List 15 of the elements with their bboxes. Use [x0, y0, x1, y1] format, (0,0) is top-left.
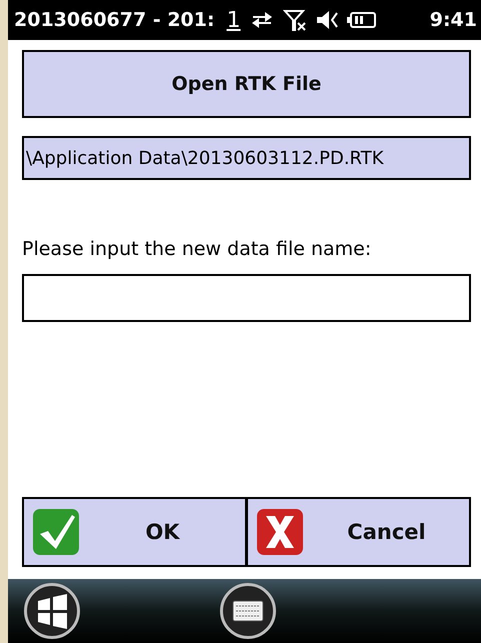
- speaker-muted-icon: [314, 9, 339, 31]
- window-title: 2013060677 - 201:: [14, 9, 215, 31]
- cancel-button[interactable]: Cancel: [245, 499, 469, 565]
- prompt-label: Please input the new data file name:: [22, 238, 372, 260]
- clock-time: 9:41: [430, 9, 477, 31]
- x-mark-icon: [256, 508, 304, 556]
- checkmark-icon: [32, 508, 80, 556]
- indicator-number: 1: [226, 8, 241, 32]
- keyboard-icon: [232, 600, 264, 622]
- open-file-button[interactable]: Open RTK File: [22, 50, 471, 118]
- file-path-field: \Application Data\20130603112.PD.RTK: [22, 136, 471, 180]
- no-signal-icon: [282, 8, 307, 32]
- ok-button[interactable]: OK: [24, 499, 245, 565]
- battery-icon: [346, 11, 377, 29]
- file-name-field[interactable]: [22, 274, 471, 322]
